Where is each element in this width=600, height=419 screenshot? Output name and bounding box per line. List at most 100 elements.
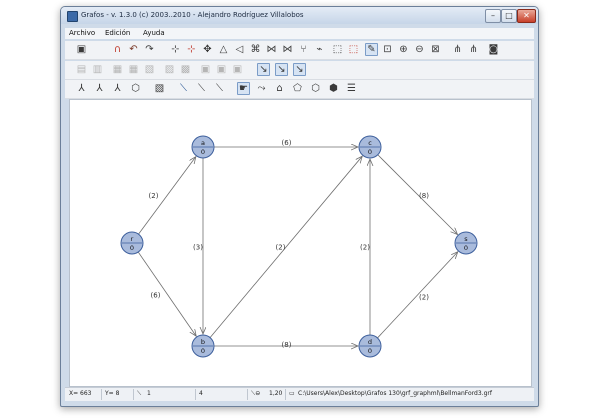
report-icon[interactable]: ▧ bbox=[153, 82, 166, 95]
table-icon[interactable]: ▤ bbox=[75, 63, 88, 76]
edge-weight-a-b: (3) bbox=[193, 244, 203, 252]
tree-layout-icon[interactable]: ⅄ bbox=[75, 82, 88, 95]
graph-view-icon[interactable]: ▣ bbox=[75, 43, 88, 56]
edge-c-s[interactable] bbox=[377, 154, 458, 235]
node-a[interactable]: a0 bbox=[191, 135, 215, 159]
menu-bar: Archivo Edición Ayuda bbox=[65, 28, 534, 39]
arrow-left-icon[interactable]: ◁ bbox=[233, 43, 246, 56]
node-s[interactable]: s0 bbox=[454, 231, 478, 255]
graph-canvas[interactable]: (2) (6) (6) (3) (2) (8) (2) (8) (2) r0a0b0c0d0s0 bbox=[69, 99, 532, 387]
grid-a-icon[interactable]: ▨ bbox=[163, 63, 176, 76]
edge-weight-d-s: (2) bbox=[419, 294, 429, 302]
menu-edicion[interactable]: Edición bbox=[105, 29, 130, 37]
zoom-level: 1,20 bbox=[269, 390, 283, 397]
single-edge-icon[interactable]: ⟍ bbox=[177, 82, 190, 95]
list-icon[interactable]: ▧ bbox=[143, 63, 156, 76]
node-d[interactable]: d0 bbox=[358, 334, 382, 358]
zoom-window-icon[interactable]: ⊠ bbox=[429, 43, 442, 56]
node-label: c bbox=[368, 139, 372, 147]
magnet-icon[interactable]: ∩ bbox=[111, 43, 124, 56]
minimize-button[interactable]: – bbox=[485, 9, 501, 23]
flow-icon[interactable]: ⅄ bbox=[111, 82, 124, 95]
edge-count-icon: ⟍ bbox=[137, 390, 142, 397]
network-alt-icon[interactable]: ⋈ bbox=[281, 43, 294, 56]
folder-icon: ▭ bbox=[289, 390, 295, 397]
zoom-status-icon: ⟍⊖ bbox=[251, 390, 261, 397]
edge-weight-a-c: (6) bbox=[282, 139, 292, 147]
node-label: r bbox=[131, 235, 134, 243]
zoom-out-icon[interactable]: ⊖ bbox=[413, 43, 426, 56]
toolbar-secondary: ▤ ▥ ▦ ▦ ▧ ▨ ▩ ▣ ▣ ▣ ↘ ↘ ↘ bbox=[65, 61, 534, 80]
route-icon[interactable]: ⅄ bbox=[93, 82, 106, 95]
menu-archivo[interactable]: Archivo bbox=[69, 29, 95, 37]
hand-icon[interactable]: ☛ bbox=[237, 82, 250, 95]
file-path: C:\Users\Alex\Desktop\Grafos 130\grf_gra… bbox=[298, 390, 492, 397]
node-label: a bbox=[201, 139, 205, 147]
edge-weight-b-d: (8) bbox=[282, 341, 292, 349]
grid-d-icon[interactable]: ▣ bbox=[215, 63, 228, 76]
zoom-in-icon[interactable]: ⊕ bbox=[397, 43, 410, 56]
edge-b-c[interactable] bbox=[209, 156, 362, 338]
edge-b-icon[interactable]: ↘ bbox=[275, 63, 288, 76]
matrix-icon[interactable]: ▦ bbox=[111, 63, 124, 76]
node-label: b bbox=[201, 338, 205, 346]
node-label: d bbox=[368, 338, 372, 346]
camera-icon[interactable]: ◙ bbox=[487, 43, 500, 56]
node-value: 0 bbox=[464, 244, 468, 252]
menu-ayuda[interactable]: Ayuda bbox=[143, 29, 165, 37]
tree-alt-icon[interactable]: ⋔ bbox=[467, 43, 480, 56]
triangle-icon[interactable]: △ bbox=[217, 43, 230, 56]
pointer-icon[interactable]: ✎ bbox=[365, 43, 378, 56]
print-icon[interactable]: ▥ bbox=[91, 63, 104, 76]
select-icon[interactable]: ⬚ bbox=[331, 43, 344, 56]
node-value: 0 bbox=[368, 347, 372, 355]
shape-d-icon[interactable]: ⬡ bbox=[309, 82, 322, 95]
move-node-icon[interactable]: ✥ bbox=[201, 43, 214, 56]
shape-e-icon[interactable]: ⬢ bbox=[327, 82, 340, 95]
connect-icon[interactable]: ⌘ bbox=[249, 43, 262, 56]
undo-icon[interactable]: ↶ bbox=[127, 43, 140, 56]
maximize-button[interactable]: □ bbox=[501, 9, 517, 23]
add-node-icon[interactable]: ⊹ bbox=[169, 43, 182, 56]
edge-a-icon[interactable]: ↘ bbox=[257, 63, 270, 76]
status-bar: X= 663 Y= 8 ⟍ 1 4 ⟍⊖ 1,20 ▭ C:\Users\Ale… bbox=[65, 387, 534, 401]
branch-icon[interactable]: ⑂ bbox=[297, 43, 310, 56]
node-r[interactable]: r0 bbox=[120, 231, 144, 255]
redo-icon[interactable]: ↷ bbox=[143, 43, 156, 56]
edge-r-a[interactable] bbox=[138, 157, 196, 235]
grid-c-icon[interactable]: ▣ bbox=[199, 63, 212, 76]
network-icon[interactable]: ⋈ bbox=[265, 43, 278, 56]
multi-edge-icon[interactable]: ⟍ bbox=[213, 82, 226, 95]
tree-icon[interactable]: ⋔ bbox=[451, 43, 464, 56]
edge-weight-r-a: (2) bbox=[149, 192, 159, 200]
node-value: 0 bbox=[368, 148, 372, 156]
shape-a-icon[interactable]: ⤳ bbox=[255, 82, 268, 95]
cursor-y: Y= 8 bbox=[105, 390, 120, 397]
double-edge-icon[interactable]: ⟍ bbox=[195, 82, 208, 95]
node-b[interactable]: b0 bbox=[191, 334, 215, 358]
shape-c-icon[interactable]: ⬠ bbox=[291, 82, 304, 95]
grid-e-icon[interactable]: ▣ bbox=[231, 63, 244, 76]
matrix-alt-icon[interactable]: ▦ bbox=[127, 63, 140, 76]
cursor-x: X= 663 bbox=[69, 390, 92, 397]
edge-c-icon[interactable]: ↘ bbox=[293, 63, 306, 76]
grid-b-icon[interactable]: ▩ bbox=[179, 63, 192, 76]
edge-weight-b-c: (2) bbox=[276, 244, 286, 252]
shape-f-icon[interactable]: ☰ bbox=[345, 82, 358, 95]
close-button[interactable]: ✕ bbox=[517, 9, 536, 23]
app-window: Grafos - v. 1.3.0 (c) 2003..2010 - Aleja… bbox=[60, 6, 539, 407]
shape-b-icon[interactable]: ⌂ bbox=[273, 82, 286, 95]
node-value: 0 bbox=[130, 244, 134, 252]
graph-drawing[interactable]: (2)(6)(6)(3) (2)(8)(2)(8)(2) r0a0b0c0d0s0 bbox=[70, 100, 531, 386]
cycle-icon[interactable]: ⬡ bbox=[129, 82, 142, 95]
node-c[interactable]: c0 bbox=[358, 135, 382, 159]
edge-weight-d-c: (2) bbox=[360, 244, 370, 252]
edge-icon[interactable]: ⌁ bbox=[313, 43, 326, 56]
edge-d-s[interactable] bbox=[377, 252, 457, 339]
zoom-fit-icon[interactable]: ⊡ bbox=[381, 43, 394, 56]
select-red-icon[interactable]: ⬚ bbox=[347, 43, 360, 56]
title-bar[interactable]: Grafos - v. 1.3.0 (c) 2003..2010 - Aleja… bbox=[61, 7, 538, 24]
add-node-red-icon[interactable]: ⊹ bbox=[185, 43, 198, 56]
edge-weight-r-b: (6) bbox=[151, 292, 161, 300]
edge-r-b[interactable] bbox=[137, 251, 196, 336]
